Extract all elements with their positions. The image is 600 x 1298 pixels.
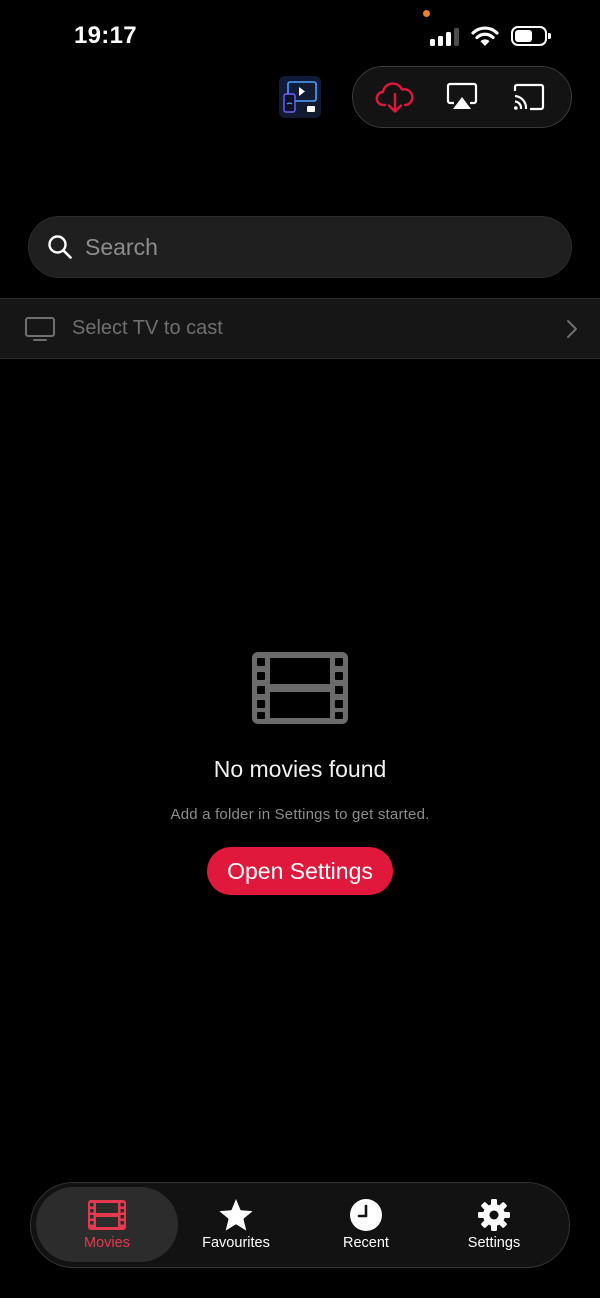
select-tv-label: Select TV to cast — [72, 317, 223, 339]
tab-label: Recent — [343, 1235, 389, 1251]
select-tv-row[interactable]: Select TV to cast — [0, 298, 600, 359]
battery-icon — [511, 26, 551, 46]
airplay-icon — [446, 82, 478, 109]
privacy-indicator-dot — [423, 10, 430, 17]
empty-state-subtitle: Add a folder in Settings to get started. — [170, 806, 430, 823]
cast-icon — [514, 83, 545, 111]
cloud-download-icon — [375, 82, 414, 113]
chromecast-button[interactable] — [507, 75, 551, 119]
gear-icon — [478, 1199, 510, 1231]
tab-label: Settings — [467, 1235, 521, 1251]
cast-controls-group — [352, 66, 572, 128]
tab-bar: Movies Favourites Recent Settings — [30, 1182, 570, 1268]
search-icon — [48, 235, 72, 259]
tv-icon — [25, 316, 55, 341]
app-logo-icon — [283, 81, 317, 113]
tab-settings[interactable]: Settings — [439, 1187, 549, 1262]
star-icon — [219, 1199, 253, 1231]
film-icon — [88, 1200, 126, 1230]
app-icon-badge[interactable] — [279, 76, 321, 118]
status-time: 19:17 — [74, 22, 137, 49]
empty-state-title: No movies found — [213, 756, 387, 782]
search-bar[interactable] — [28, 216, 572, 278]
cellular-signal-icon — [430, 27, 459, 46]
chevron-right-icon — [567, 320, 577, 338]
tab-label: Favourites — [202, 1235, 270, 1251]
tab-recent[interactable]: Recent — [311, 1187, 421, 1262]
film-strip-icon — [252, 652, 348, 724]
tab-favourites[interactable]: Favourites — [181, 1187, 291, 1262]
tab-movies[interactable]: Movies — [36, 1187, 178, 1262]
search-input[interactable] — [85, 233, 525, 261]
airplay-button[interactable] — [440, 75, 484, 119]
wifi-icon — [471, 26, 499, 46]
tab-label: Movies — [84, 1235, 130, 1251]
cloud-download-button[interactable] — [373, 75, 417, 119]
status-icons — [430, 24, 551, 48]
open-settings-button[interactable]: Open Settings — [207, 847, 393, 895]
clock-icon — [350, 1199, 382, 1231]
